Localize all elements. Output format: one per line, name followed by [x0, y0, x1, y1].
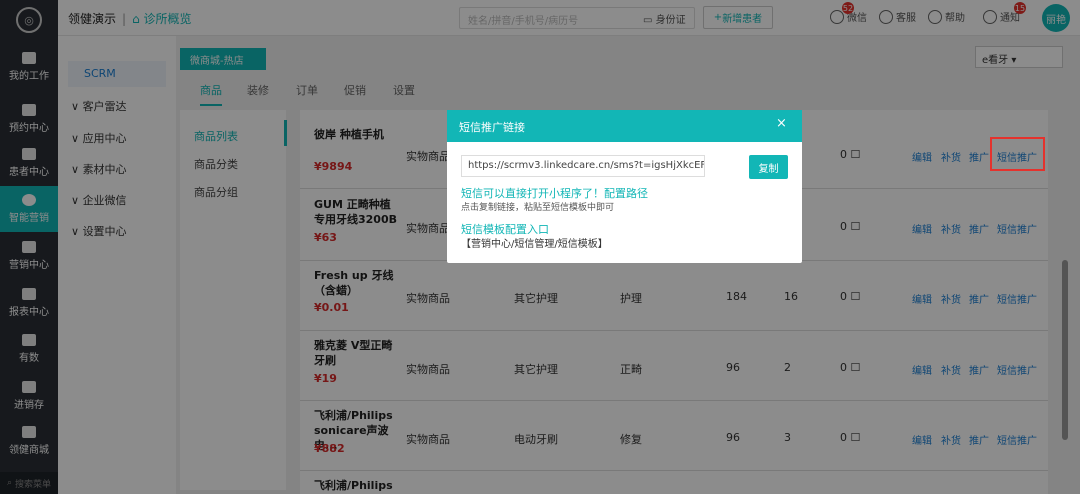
- highlight-box: [990, 137, 1045, 171]
- copy-button[interactable]: 复制: [749, 155, 788, 179]
- copy-instruction: 点击复制链接，粘贴至短信模板中即可: [461, 203, 615, 213]
- sms-link-input[interactable]: https://scrmv3.linkedcare.cn/sms?t=igsHj…: [461, 155, 705, 177]
- config-path-tip[interactable]: 短信可以直接打开小程序了！配置路径: [461, 185, 648, 201]
- template-path: 【营销中心/短信管理/短信模板】: [461, 239, 608, 250]
- dialog-title: 短信推广链接: [447, 110, 802, 142]
- close-icon[interactable]: ×: [776, 116, 790, 134]
